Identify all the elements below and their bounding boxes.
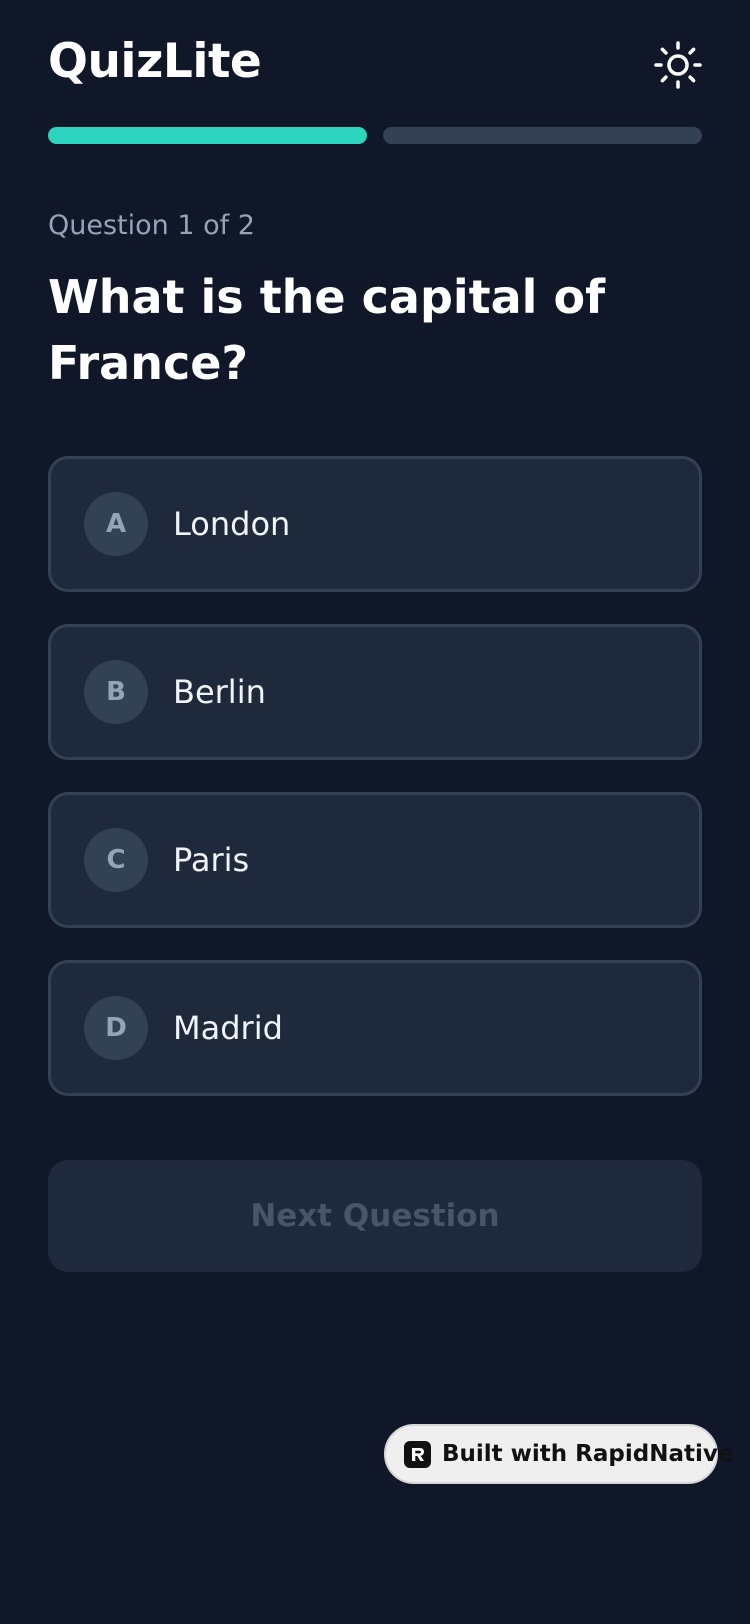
progress-bar <box>48 127 702 144</box>
option-label: Berlin <box>173 673 266 711</box>
option-letter-badge: A <box>84 492 148 556</box>
option-letter-badge: B <box>84 660 148 724</box>
progress-segment-pending <box>383 127 702 144</box>
option-letter-badge: C <box>84 828 148 892</box>
answer-option-c[interactable]: C Paris <box>48 792 702 928</box>
sun-icon <box>654 41 702 89</box>
quiz-screen: QuizLite Question 1 of 2 What is the cap… <box>0 0 750 1624</box>
option-label: Paris <box>173 841 250 879</box>
answer-option-d[interactable]: D Madrid <box>48 960 702 1096</box>
question-text: What is the capital of France? <box>48 270 606 390</box>
progress-segment-completed <box>48 127 367 144</box>
answer-options: A London B Berlin C Paris D Madrid <box>48 456 702 1128</box>
option-label: London <box>173 505 291 543</box>
theme-toggle-button[interactable] <box>654 41 702 89</box>
next-question-button[interactable]: Next Question <box>48 1160 702 1272</box>
badge-label: Built with RapidNative <box>442 1441 734 1467</box>
app-title: QuizLite <box>48 34 262 89</box>
option-label: Madrid <box>173 1009 283 1047</box>
answer-option-b[interactable]: B Berlin <box>48 624 702 760</box>
header: QuizLite <box>48 30 702 100</box>
built-with-badge[interactable]: Built with RapidNative <box>384 1424 733 1484</box>
rapidnative-logo-icon <box>404 1440 431 1468</box>
question-counter: Question 1 of 2 <box>48 210 255 241</box>
answer-option-a[interactable]: A London <box>48 456 702 592</box>
option-letter-badge: D <box>84 996 148 1060</box>
